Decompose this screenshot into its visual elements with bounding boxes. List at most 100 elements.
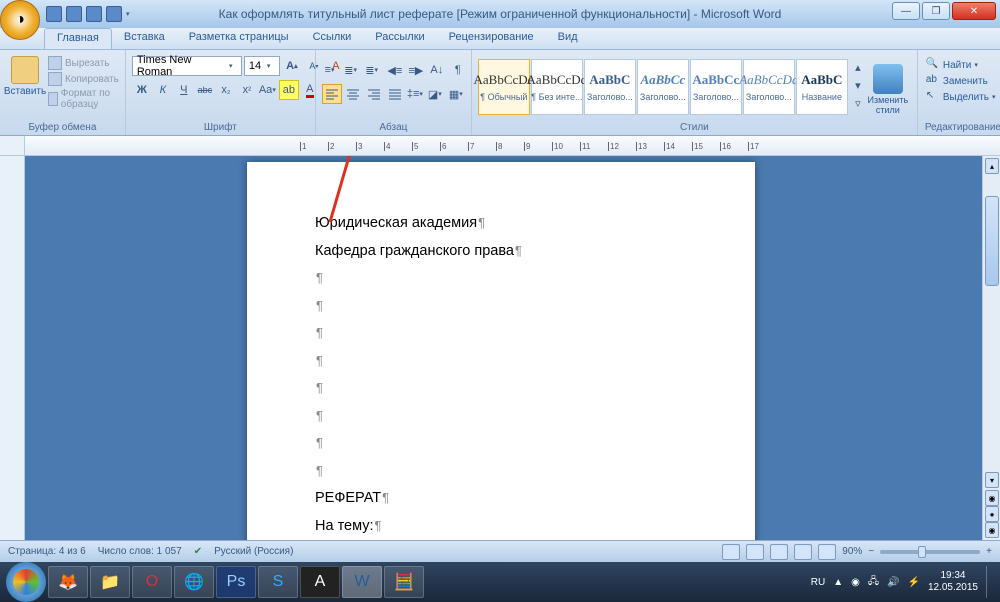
replace-button[interactable]: abЗаменить: [926, 74, 1000, 88]
taskbar-photoshop[interactable]: Ps: [216, 566, 256, 598]
tray-volume-icon[interactable]: 🔊: [887, 577, 899, 588]
language-indicator[interactable]: Русский (Россия): [214, 546, 293, 557]
decrease-indent-button[interactable]: ◀≡: [385, 60, 405, 80]
copy-button[interactable]: Копировать: [48, 72, 119, 86]
styles-scroll-up[interactable]: ▴: [851, 59, 865, 76]
tray-battery-icon[interactable]: ⚡: [907, 577, 919, 588]
tray-flag-icon[interactable]: ▲: [833, 577, 843, 588]
outline-view[interactable]: [794, 544, 812, 560]
document-line[interactable]: [315, 403, 687, 431]
sort-button[interactable]: A↓: [427, 60, 447, 80]
align-left-button[interactable]: [322, 84, 342, 104]
web-view[interactable]: [770, 544, 788, 560]
tray-shield-icon[interactable]: ◉: [851, 577, 860, 588]
vertical-scrollbar[interactable]: ▴ ▾ ◉ ● ◉: [982, 156, 1000, 540]
zoom-level[interactable]: 90%: [842, 546, 862, 557]
qat-dropdown-icon[interactable]: ▾: [126, 10, 134, 18]
find-button[interactable]: 🔍Найти▾: [926, 58, 1000, 72]
maximize-button[interactable]: ❐: [922, 2, 950, 20]
taskbar-opera[interactable]: O: [132, 566, 172, 598]
document-line[interactable]: На тему:: [315, 513, 687, 540]
tab-layout[interactable]: Разметка страницы: [177, 28, 301, 49]
increase-indent-button[interactable]: ≡▶: [406, 60, 426, 80]
document-line[interactable]: [315, 320, 687, 348]
multilevel-button[interactable]: ≣▾: [364, 60, 384, 80]
paste-button[interactable]: Вставить: [4, 52, 46, 97]
taskbar-explorer[interactable]: 📁: [90, 566, 130, 598]
scroll-down-arrow[interactable]: ▾: [985, 472, 999, 488]
taskbar-calculator[interactable]: 🧮: [384, 566, 424, 598]
justify-button[interactable]: [385, 84, 405, 104]
tray-network-icon[interactable]: 🖧: [868, 574, 879, 591]
taskbar-chrome[interactable]: 🌐: [174, 566, 214, 598]
align-right-button[interactable]: [364, 84, 384, 104]
tab-insert[interactable]: Вставка: [112, 28, 177, 49]
tab-references[interactable]: Ссылки: [301, 28, 364, 49]
document-line[interactable]: [315, 265, 687, 293]
show-marks-button[interactable]: ¶: [448, 60, 468, 80]
change-case-button[interactable]: Aa▾: [258, 80, 278, 100]
document-line[interactable]: Юридическая академия: [315, 210, 687, 238]
start-button[interactable]: [6, 562, 46, 602]
browse-object-button[interactable]: ●: [985, 506, 999, 522]
grow-font-button[interactable]: A▴: [282, 56, 302, 76]
format-painter-button[interactable]: Формат по образцу: [48, 88, 119, 110]
minimize-button[interactable]: —: [892, 2, 920, 20]
document-line[interactable]: [315, 293, 687, 321]
select-button[interactable]: ↖Выделить▾: [926, 90, 1000, 104]
scroll-up-arrow[interactable]: ▴: [985, 158, 999, 174]
show-desktop-button[interactable]: [986, 566, 994, 598]
prev-page-button[interactable]: ◉: [985, 490, 999, 506]
tray-clock[interactable]: 19:34 12.05.2015: [928, 570, 978, 594]
bullets-button[interactable]: ≡▾: [322, 60, 342, 80]
highlight-button[interactable]: ab: [279, 80, 299, 100]
change-styles-button[interactable]: Изменить стили: [865, 58, 911, 116]
styles-scroll-down[interactable]: ▾: [851, 77, 865, 94]
font-name-combo[interactable]: Times New Roman▾: [132, 56, 242, 76]
subscript-button[interactable]: x₂: [216, 80, 236, 100]
shading-button[interactable]: ◪▾: [427, 84, 447, 104]
tab-home[interactable]: Главная: [44, 28, 112, 49]
superscript-button[interactable]: x²: [237, 80, 257, 100]
draft-view[interactable]: [818, 544, 836, 560]
document-line[interactable]: [315, 375, 687, 403]
document-line[interactable]: [315, 458, 687, 486]
zoom-out-button[interactable]: −: [868, 546, 874, 557]
style-heading2[interactable]: AaBbCcЗаголово...: [637, 59, 689, 115]
styles-gallery[interactable]: AaBbCcDd¶ Обычный AaBbCcDd¶ Без инте... …: [478, 59, 865, 115]
document-line[interactable]: [315, 430, 687, 458]
taskbar-notepad[interactable]: A: [300, 566, 340, 598]
italic-button[interactable]: К: [153, 80, 173, 100]
taskbar-firefox[interactable]: 🦊: [48, 566, 88, 598]
style-heading3[interactable]: AaBbCcЗаголово...: [690, 59, 742, 115]
qat-redo-icon[interactable]: [86, 6, 102, 22]
qat-undo-icon[interactable]: [66, 6, 82, 22]
print-layout-view[interactable]: [722, 544, 740, 560]
zoom-in-button[interactable]: +: [986, 546, 992, 557]
qat-save-icon[interactable]: [46, 6, 62, 22]
style-heading1[interactable]: AaBbCЗаголово...: [584, 59, 636, 115]
tab-review[interactable]: Рецензирование: [437, 28, 546, 49]
qat-print-icon[interactable]: [106, 6, 122, 22]
word-count[interactable]: Число слов: 1 057: [98, 546, 182, 557]
document-line[interactable]: РЕФЕРАТ: [315, 485, 687, 513]
style-title[interactable]: AaBbCНазвание: [796, 59, 848, 115]
style-nospacing[interactable]: AaBbCcDd¶ Без инте...: [531, 59, 583, 115]
tab-selector[interactable]: [0, 136, 25, 155]
fullscreen-view[interactable]: [746, 544, 764, 560]
vertical-ruler[interactable]: [0, 156, 25, 540]
numbering-button[interactable]: ≣▾: [343, 60, 363, 80]
styles-more[interactable]: ▿: [851, 95, 865, 112]
scroll-thumb[interactable]: [985, 196, 999, 286]
style-heading4[interactable]: AaBbCcDdЗаголово...: [743, 59, 795, 115]
taskbar-skype[interactable]: S: [258, 566, 298, 598]
zoom-slider[interactable]: [880, 550, 980, 554]
tray-lang[interactable]: RU: [811, 577, 825, 588]
taskbar-word[interactable]: W: [342, 566, 382, 598]
horizontal-ruler[interactable]: 1234567891011121314151617: [25, 136, 1000, 155]
page-indicator[interactable]: Страница: 4 из 6: [8, 546, 86, 557]
document-page[interactable]: Юридическая академияКафедра гражданского…: [247, 162, 755, 540]
borders-button[interactable]: ▦▾: [448, 84, 468, 104]
document-line[interactable]: [315, 348, 687, 376]
next-page-button[interactable]: ◉: [985, 522, 999, 538]
